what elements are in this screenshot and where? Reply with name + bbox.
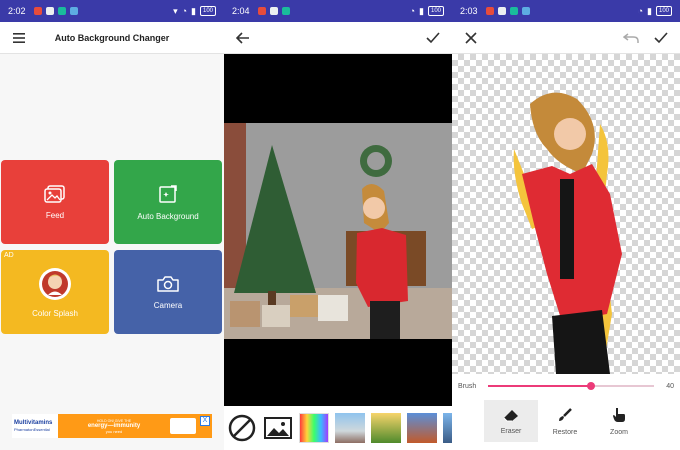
cutout-subject — [513, 92, 622, 374]
ad-tagline-cta: you need — [105, 428, 123, 434]
wifi-icon: ◔ — [409, 6, 416, 16]
color-splash-label: Color Splash — [32, 308, 78, 318]
wifi-icon: ◔ — [181, 6, 188, 16]
cell-icon: ▮ — [647, 5, 652, 16]
composited-photo — [224, 123, 452, 339]
notification-icon — [257, 7, 266, 15]
notification-icon — [485, 7, 494, 15]
slider-fill — [488, 385, 592, 387]
status-time: 2:02 — [8, 6, 26, 16]
ad-banner[interactable]: Multivitamins PharmatonEssential HOLD ON… — [12, 414, 212, 438]
top-app-bar — [452, 22, 680, 54]
ad-brand: Multivitamins — [14, 420, 53, 426]
arrow-left-icon[interactable] — [234, 29, 252, 47]
top-app-bar: Auto Background Changer — [0, 22, 224, 54]
bg-tower[interactable] — [335, 413, 365, 443]
brush-size-slider[interactable] — [488, 381, 655, 391]
auto-background-tile[interactable]: Auto Background — [114, 160, 222, 244]
app-title: Auto Background Changer — [54, 32, 170, 43]
eraser-icon — [503, 409, 518, 421]
chat-icon — [269, 7, 278, 15]
feed-tile[interactable]: Feed — [1, 160, 109, 244]
home-screen: 2:02 ▾ ◔ ▮ 100 Auto Background Changer F… — [0, 0, 224, 450]
battery-icon: 100 — [199, 6, 216, 16]
app-icon — [57, 7, 66, 15]
telegram-icon — [521, 7, 530, 15]
erase-canvas[interactable] — [452, 54, 680, 374]
top-app-bar — [224, 22, 452, 54]
camera-icon — [157, 275, 179, 292]
eraser-label: Eraser — [500, 427, 522, 435]
bg-bridge[interactable] — [407, 413, 437, 443]
status-bar: 2:04 ◔ ▮ 100 — [224, 0, 452, 22]
none-icon[interactable] — [227, 413, 257, 443]
color-splash-tile[interactable]: AD Color Splash — [1, 250, 109, 334]
ad-product-image — [170, 418, 196, 434]
feature-grid: Feed Auto Background AD Color Splash Cam… — [0, 160, 224, 336]
status-time: 2:04 — [232, 6, 250, 16]
preview-canvas — [224, 54, 452, 406]
background-picker-screen: 2:04 ◔ ▮ 100 — [224, 0, 452, 450]
chat-icon — [497, 7, 506, 15]
bg-forest[interactable] — [371, 413, 401, 443]
notification-icon — [33, 7, 42, 15]
app-icon — [509, 7, 518, 15]
status-bar: 2:03 ◔ ▮ 100 — [452, 0, 680, 22]
camera-tile[interactable]: Camera — [114, 250, 222, 334]
status-bar: 2:02 ▾ ◔ ▮ 100 — [0, 0, 224, 22]
brush-value: 40 — [666, 382, 674, 390]
status-time: 2:03 — [460, 6, 478, 16]
ad-tagline: HOLD ON! GIVE THE energy—immunity you ne… — [62, 419, 166, 434]
feed-label: Feed — [45, 210, 65, 220]
background-strip — [224, 406, 452, 450]
check-icon[interactable] — [652, 29, 670, 47]
color-palette[interactable] — [299, 413, 329, 443]
restore-label: Restore — [552, 428, 578, 436]
eraser-tool[interactable]: Eraser — [484, 400, 538, 442]
check-icon[interactable] — [424, 29, 442, 47]
telegram-icon — [69, 7, 78, 15]
auto-background-label: Auto Background — [137, 211, 199, 221]
hand-pointer-icon — [613, 407, 625, 422]
zoom-label: Zoom — [610, 428, 628, 436]
cell-icon: ▮ — [191, 5, 196, 16]
cell-icon: ▮ — [419, 5, 424, 16]
zoom-tool[interactable]: Zoom — [592, 400, 646, 442]
camera-label: Camera — [153, 300, 183, 310]
undo-icon[interactable] — [622, 29, 640, 47]
wifi-icon: ◔ — [637, 6, 644, 16]
ad-brand-block: Multivitamins PharmatonEssential — [12, 414, 58, 438]
avatar-icon — [39, 267, 71, 300]
tool-bar: Eraser Restore Zoom — [484, 400, 646, 442]
erase-editor-screen: 2:03 ◔ ▮ 100 Brush 40 Eraser Restore Zoo… — [452, 0, 680, 450]
brush-size-control: Brush 40 — [452, 376, 680, 396]
gallery-icon[interactable] — [263, 413, 293, 443]
restore-tool[interactable]: Restore — [538, 400, 592, 442]
slider-thumb[interactable] — [587, 382, 596, 390]
signal-icon: ▾ — [173, 5, 178, 16]
app-icon — [281, 7, 290, 15]
chat-icon — [45, 7, 54, 15]
close-icon[interactable]: X — [200, 416, 210, 426]
magic-edit-icon — [159, 184, 177, 203]
brush-icon — [559, 407, 572, 421]
brush-label: Brush — [458, 382, 477, 390]
battery-icon: 100 — [655, 6, 672, 16]
close-icon[interactable] — [462, 29, 480, 47]
app-comparison: 2:02 ▾ ◔ ▮ 100 Auto Background Changer F… — [0, 0, 680, 450]
image-gallery-icon — [44, 184, 65, 203]
bg-city[interactable] — [443, 413, 452, 443]
ad-brand-sub: PharmatonEssential — [14, 427, 50, 432]
ad-badge: AD — [4, 252, 14, 259]
hamburger-icon[interactable] — [10, 29, 28, 47]
battery-icon: 100 — [427, 6, 444, 16]
